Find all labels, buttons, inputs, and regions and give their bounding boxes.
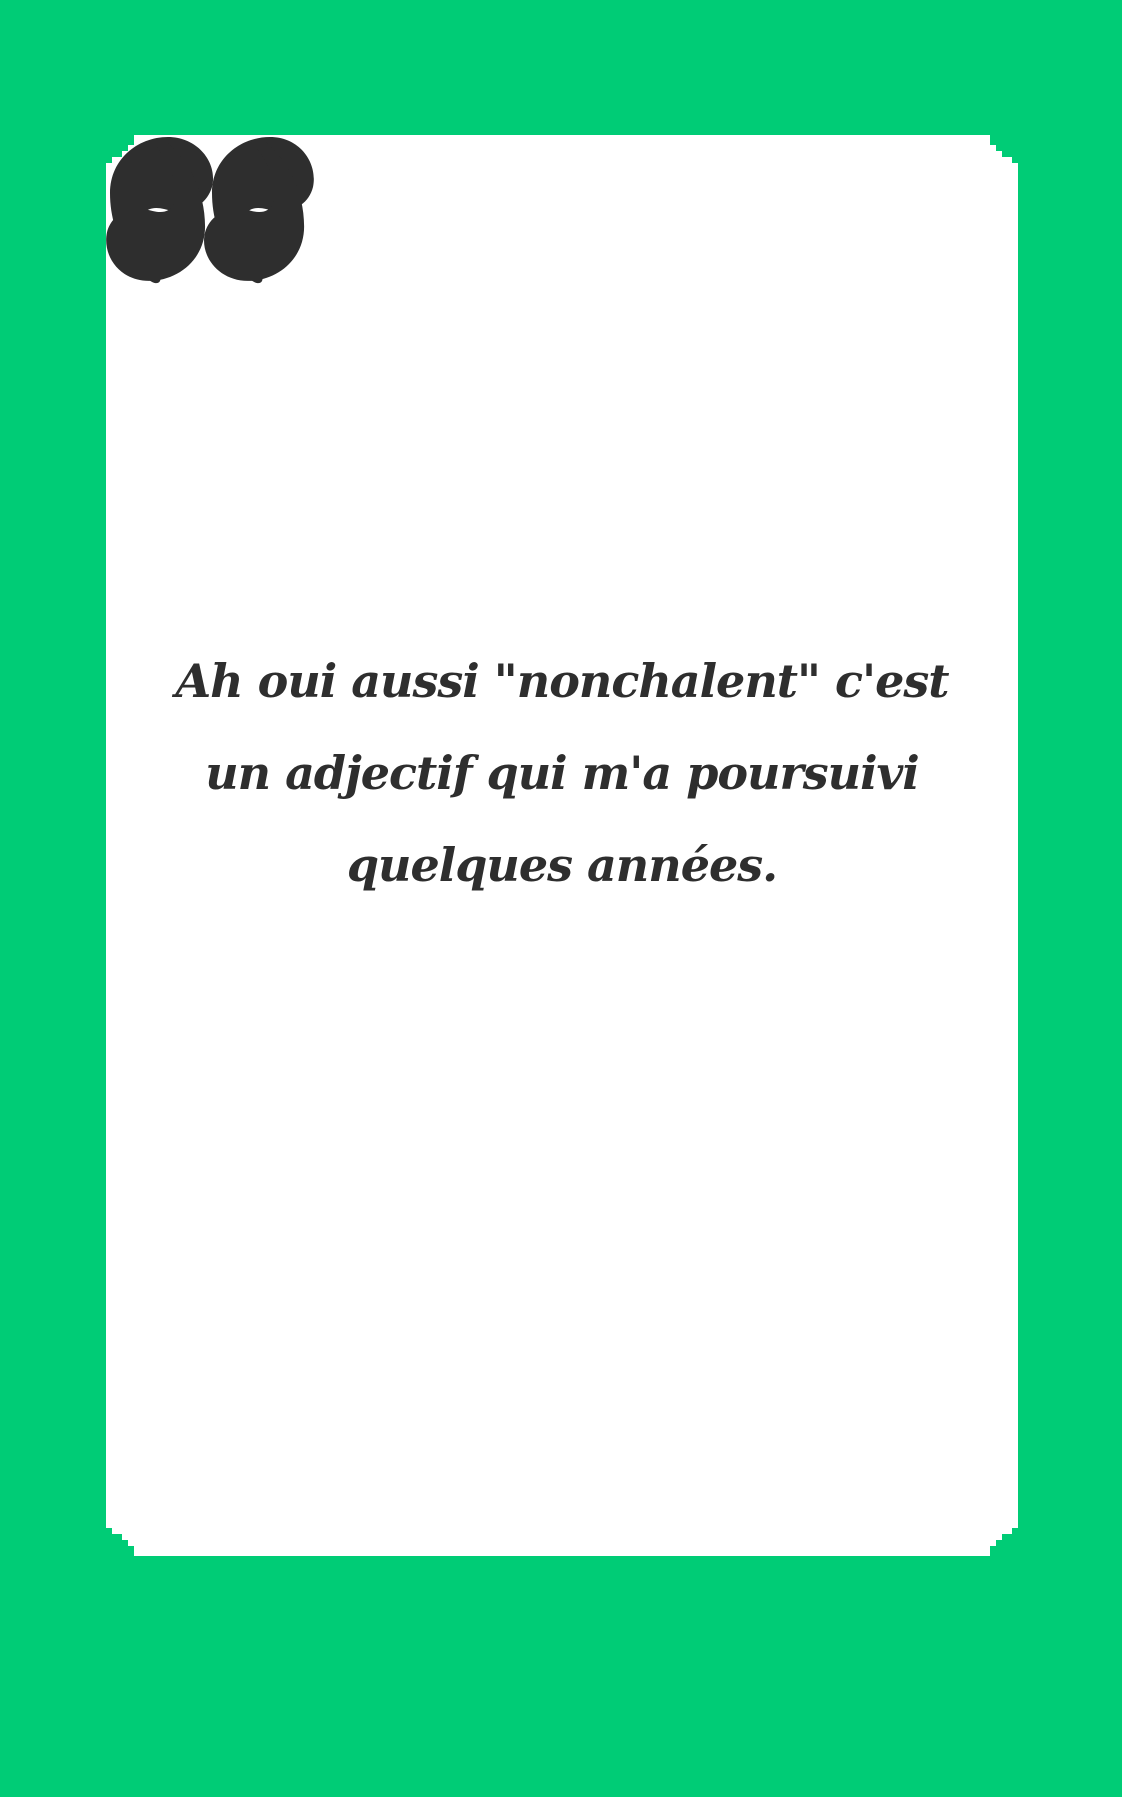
quote-text: Ah oui aussi "nonchalent" c'est un adjec…: [175, 654, 949, 892]
quote-card: Ah oui aussi "nonchalent" c'est un adjec…: [106, 135, 1018, 1556]
close-quote-icon: [106, 138, 305, 281]
quote-poster: { "quote": { "text": "Ah oui aussi \"non…: [0, 0, 1122, 1797]
